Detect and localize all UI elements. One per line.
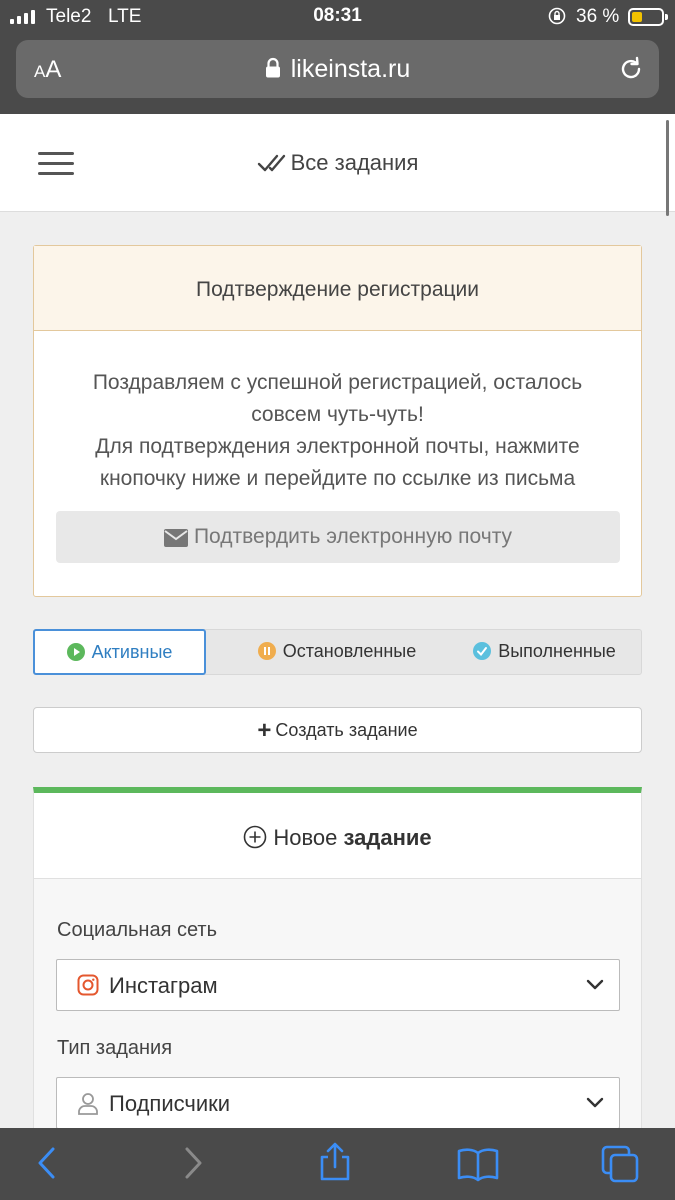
battery-icon <box>628 8 668 26</box>
new-task-panel: Новое задание Социальная сеть Инстаграм … <box>33 787 642 1147</box>
play-icon <box>66 643 85 661</box>
plus-icon: + <box>257 717 272 744</box>
url-text: likeinsta.ru <box>290 55 411 83</box>
chevron-down-icon <box>586 1097 604 1108</box>
task-type-select[interactable]: Подписчики <box>56 1077 620 1129</box>
tabs-icon[interactable] <box>600 1144 640 1184</box>
task-status-tabs: Активные Остановленные Выполненные <box>33 629 642 675</box>
tab-label: Остановленные <box>282 641 417 661</box>
status-bar: Tele2 LTE 08:31 36 % <box>0 0 675 34</box>
confirm-message: Поздравляем с успешной регистрацией, ост… <box>34 331 641 495</box>
browser-chrome: Tele2 LTE 08:31 36 % AA likeinsta.ru <box>0 0 675 114</box>
confirm-registration-panel: Подтверждение регистрации Поздравляем с … <box>33 245 642 597</box>
new-task-title-bold: задание <box>343 825 432 850</box>
page-title-text: Все задания <box>290 150 419 175</box>
scroll-indicator <box>666 120 669 216</box>
check-icon <box>473 642 492 660</box>
padlock-icon <box>265 57 280 78</box>
url-display[interactable]: likeinsta.ru <box>16 55 659 84</box>
social-network-value: Инстаграм <box>109 973 218 998</box>
plus-circle-icon <box>244 825 267 849</box>
bookmarks-icon[interactable] <box>456 1146 500 1182</box>
site-header: Все задания <box>0 114 675 212</box>
tab-label: Выполненные <box>498 641 616 661</box>
task-type-label: Тип задания <box>57 1037 173 1059</box>
social-network-label: Социальная сеть <box>57 919 217 941</box>
tab-stopped[interactable]: Остановленные <box>232 629 442 675</box>
chevron-down-icon <box>586 979 604 990</box>
task-type-value: Подписчики <box>109 1091 231 1116</box>
browser-toolbar <box>0 1128 675 1200</box>
new-task-title: Новое задание <box>34 793 641 879</box>
reload-icon[interactable] <box>617 55 645 83</box>
confirm-message-line: кнопочку ниже и перейдите по ссылке из п… <box>99 467 576 490</box>
confirm-message-line: совсем чуть-чуть! <box>251 403 424 426</box>
status-time: 08:31 <box>313 5 362 26</box>
address-bar[interactable]: AA likeinsta.ru <box>16 40 659 98</box>
confirm-message-line: Для подтверждения электронной почты, наж… <box>95 435 580 458</box>
user-icon <box>78 1093 98 1115</box>
orientation-lock-icon <box>548 7 566 25</box>
page-title[interactable]: Все задания <box>0 150 675 176</box>
social-network-select[interactable]: Инстаграм <box>56 959 620 1011</box>
tab-label: Активные <box>91 642 173 662</box>
confirm-email-label: Подтвердить электронную почту <box>193 525 513 548</box>
share-icon[interactable] <box>317 1142 353 1182</box>
envelope-icon <box>163 529 188 547</box>
confirm-panel-title: Подтверждение регистрации <box>34 246 641 331</box>
confirm-email-button[interactable]: Подтвердить электронную почту <box>56 511 620 563</box>
new-task-title-normal: Новое <box>273 825 344 850</box>
double-check-icon <box>257 154 285 172</box>
confirm-message-line: Поздравляем с успешной регистрацией, ост… <box>92 371 583 394</box>
battery-percent: 36 % <box>576 6 620 27</box>
create-task-label: Создать задание <box>275 720 418 740</box>
create-task-button[interactable]: + Создать задание <box>33 707 642 753</box>
back-icon[interactable] <box>34 1146 60 1180</box>
instagram-icon <box>77 974 99 996</box>
tab-active[interactable]: Активные <box>33 629 206 675</box>
tab-completed[interactable]: Выполненные <box>452 629 637 675</box>
forward-icon[interactable] <box>180 1146 206 1180</box>
pause-icon <box>257 642 276 660</box>
